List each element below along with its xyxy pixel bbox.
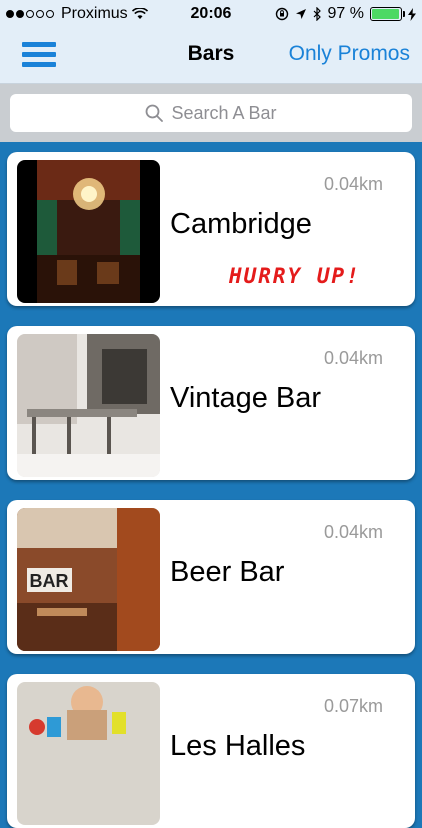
bar-distance: 0.04km [323,174,383,194]
bar-distance: 0.07km [323,696,383,716]
bar-name: Les Halles [170,730,306,762]
bar-card-beer-bar[interactable]: BAR 0.04km Beer Bar [7,500,415,654]
search-bar-container: Search A Bar [0,84,422,142]
promo-badge: HURRY UP! [229,264,361,288]
battery-icon [370,7,405,21]
search-icon [146,104,164,122]
bar-distance: 0.04km [323,522,383,542]
search-input[interactable]: Search A Bar [10,94,412,132]
bar-card-les-halles[interactable]: 0.07km Les Halles [7,674,415,828]
bar-name: Beer Bar [170,556,285,588]
hamburger-menu-icon[interactable] [22,42,56,68]
bar-name: Vintage Bar [170,382,322,414]
bar-name: Cambridge [170,208,312,240]
location-arrow-icon [295,9,306,19]
battery-percent: 97 % [327,5,364,22]
bar-card-vintage-bar[interactable]: 0.04km Vintage Bar [7,326,415,480]
bluetooth-icon [313,7,321,21]
bar-photo-les-halles [17,682,160,825]
charging-bolt-icon [408,7,416,21]
status-bar: Proximus 20:06 97 % [0,0,422,28]
battery-fill [372,9,400,19]
bar-photo-cambridge [17,160,160,303]
bar-distance: 0.04km [323,348,383,368]
bar-photo-vintage-bar [17,334,160,477]
bar-photo-beer-bar: BAR [17,508,160,651]
search-placeholder: Search A Bar [171,102,277,123]
bar-card-cambridge[interactable]: 0.04km Cambridge HURRY UP! [7,152,415,306]
svg-text:BAR: BAR [30,571,69,591]
orientation-lock-icon [275,7,288,21]
only-promos-button[interactable]: Only Promos [289,42,410,66]
navigation-bar: Bars Only Promos [0,28,422,84]
